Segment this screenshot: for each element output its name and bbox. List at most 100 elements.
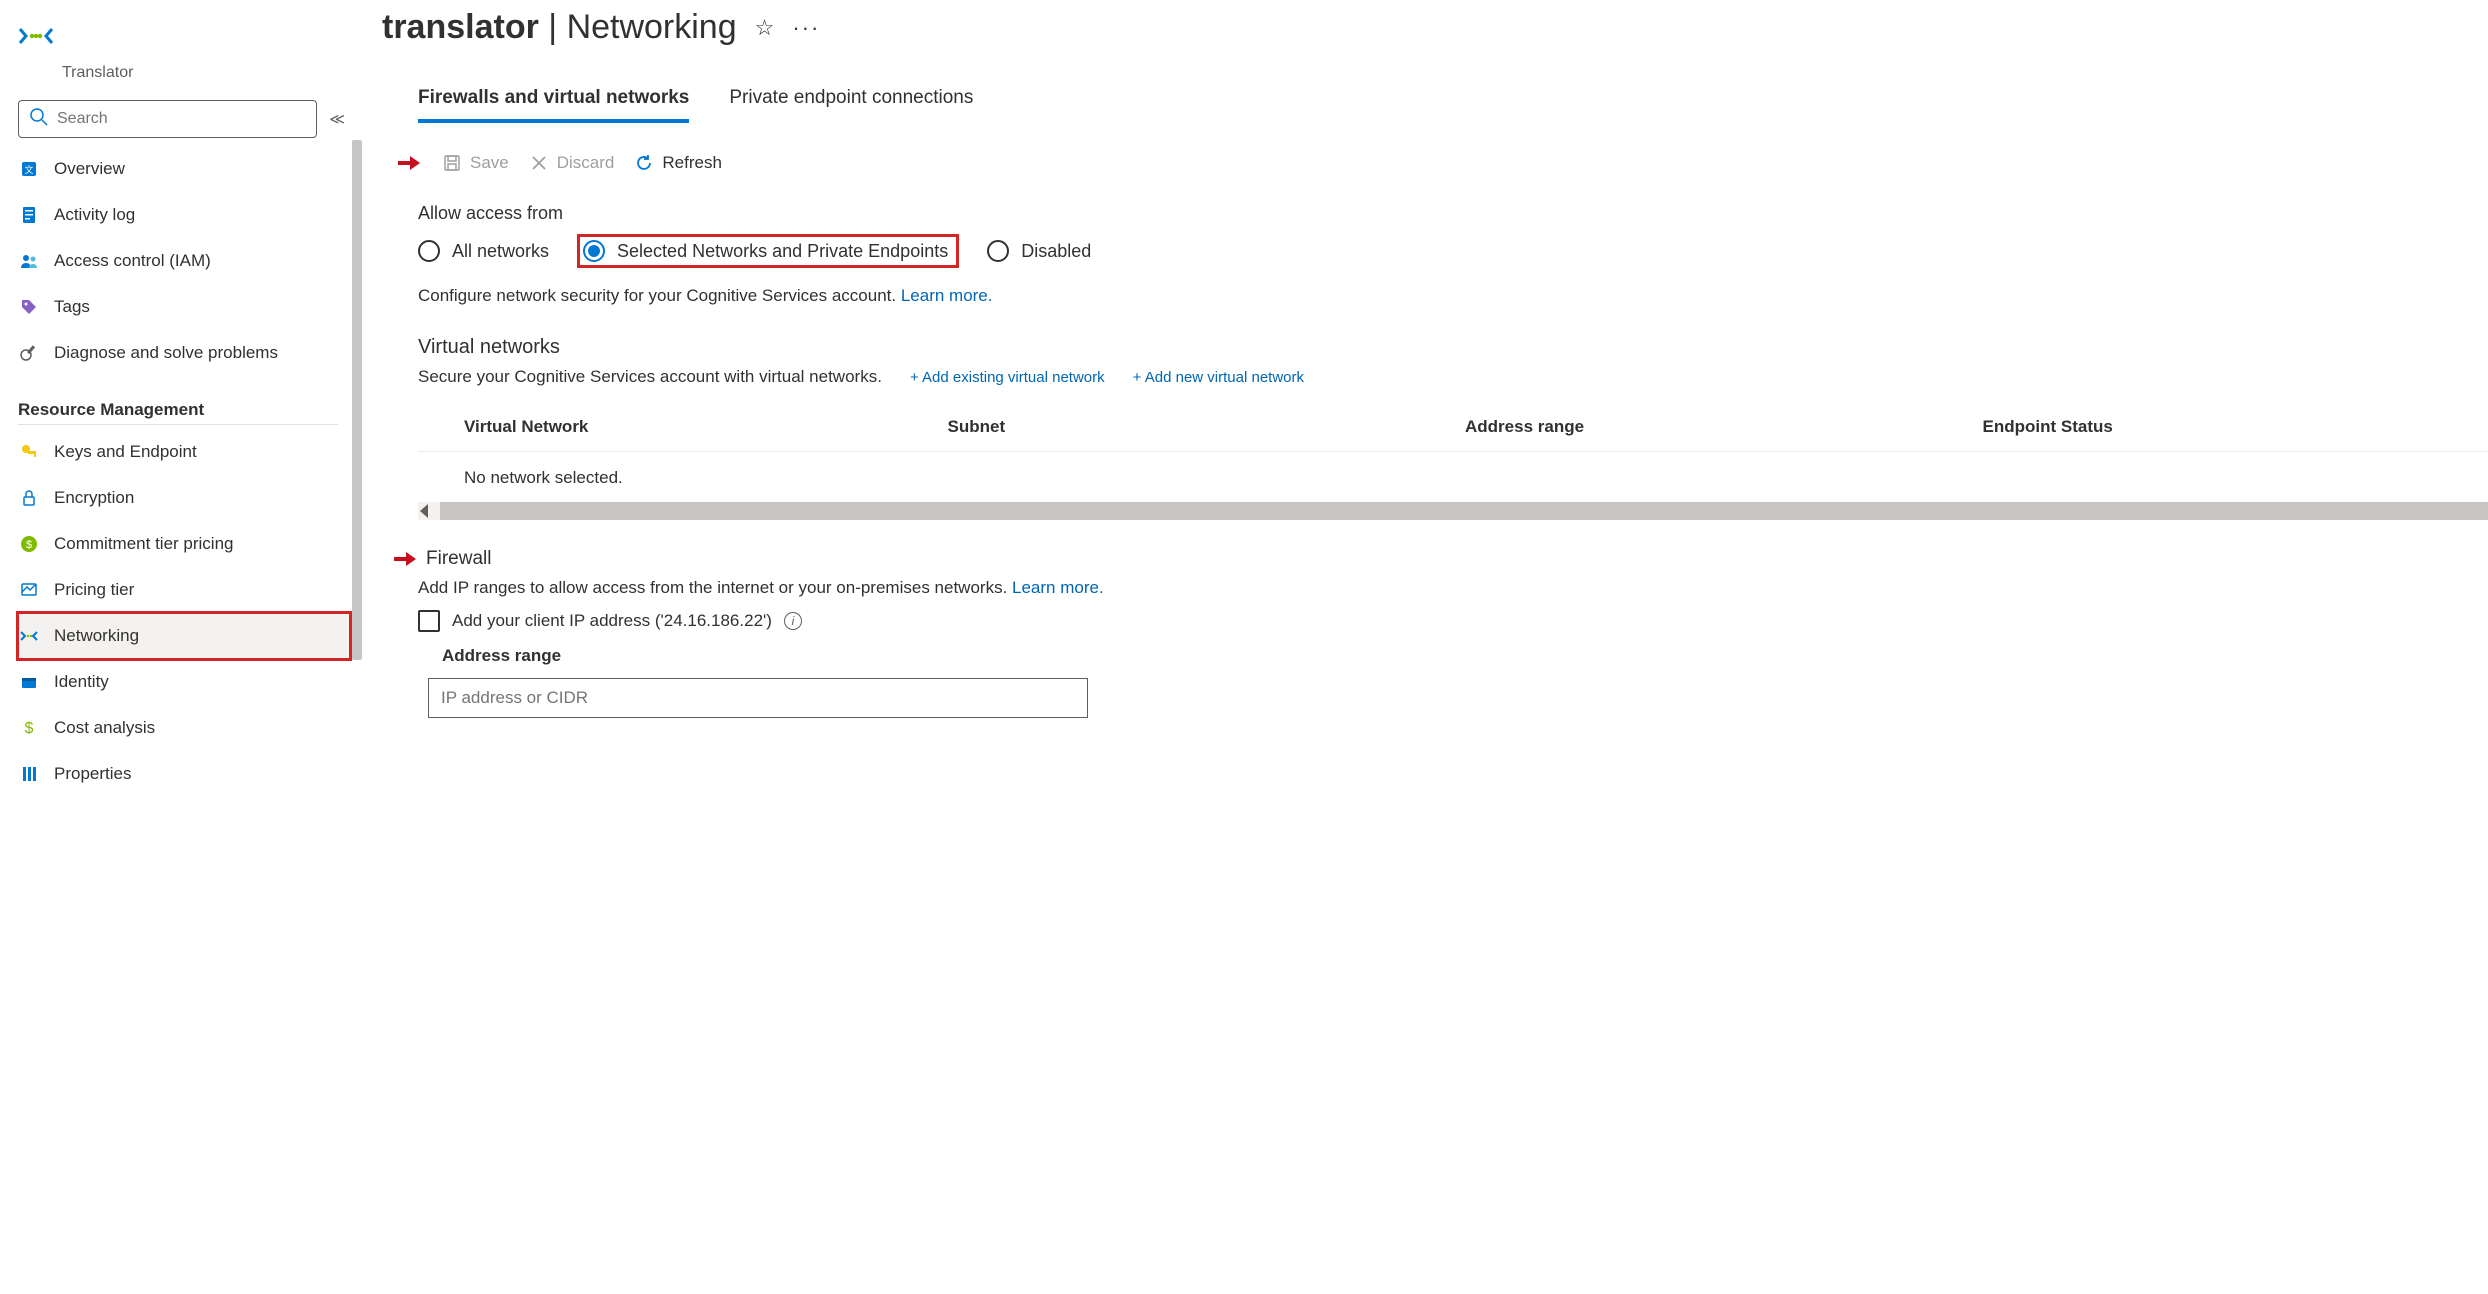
sidebar-item-identity[interactable]: Identity [18,659,350,705]
refresh-button[interactable]: Refresh [634,153,722,173]
sidebar-item-cost-analysis[interactable]: $ Cost analysis [18,705,350,751]
allow-access-radio-group: All networks Selected Networks and Priva… [418,234,2488,268]
sidebar-search[interactable] [18,100,317,138]
main-content: translator | Networking ☆ ··· Firewalls … [364,0,2488,1294]
sidebar-search-input[interactable] [57,110,306,128]
tab-firewalls[interactable]: Firewalls and virtual networks [418,87,689,123]
radio-all-networks[interactable]: All networks [418,240,549,262]
scroll-left-icon[interactable] [420,504,428,518]
svg-text:$: $ [25,720,34,737]
radio-icon [987,240,1009,262]
sidebar-divider [18,424,338,425]
scrollbar-thumb[interactable] [352,140,362,660]
commitment-icon: $ [18,534,40,554]
diagnose-icon [18,343,40,363]
radio-selected-networks[interactable]: Selected Networks and Private Endpoints [577,234,959,268]
tab-private-endpoints[interactable]: Private endpoint connections [729,87,973,123]
add-client-ip-checkbox[interactable] [418,610,440,632]
address-range-input[interactable] [428,678,1088,718]
page-title: translator | Networking [382,8,737,47]
annotation-arrow-icon [398,157,422,169]
networking-icon [18,626,40,646]
favorite-star-icon[interactable]: ☆ [755,15,775,41]
sidebar-item-label: Encryption [54,488,134,508]
access-control-icon [18,251,40,271]
svg-text:文: 文 [24,164,33,175]
overview-icon: 文 [18,159,40,179]
sidebar-item-access-control[interactable]: Access control (IAM) [18,238,350,284]
properties-icon [18,764,40,784]
sidebar-item-label: Access control (IAM) [54,251,211,271]
sidebar-item-overview[interactable]: 文 Overview [18,146,350,192]
sidebar-item-encryption[interactable]: Encryption [18,475,350,521]
svg-text:$: $ [26,539,32,551]
radio-disabled[interactable]: Disabled [987,240,1091,262]
resource-kind-label: Translator [62,64,350,82]
sidebar-item-label: Identity [54,672,109,692]
tags-icon [18,297,40,317]
sidebar: Translator ≪ 文 Overview Activity log Acc… [0,0,350,1294]
vnets-title: Virtual networks [418,336,2488,359]
firewall-learn-more-link[interactable]: Learn more. [1012,578,1104,597]
col-address-range[interactable]: Address range [1453,403,1971,452]
sidebar-item-label: Tags [54,297,90,317]
pricing-icon [18,580,40,600]
discard-button[interactable]: Discard [529,153,615,173]
learn-more-link[interactable]: Learn more. [901,286,993,305]
refresh-icon [634,153,654,173]
vnets-subtitle: Secure your Cognitive Services account w… [418,367,882,387]
add-new-vnet-link[interactable]: + Add new virtual network [1133,369,1304,386]
sidebar-section-header: Resource Management [18,400,350,420]
horizontal-scrollbar[interactable] [418,502,2488,520]
vnets-table: Virtual Network Subnet Address range End… [418,403,2488,452]
col-virtual-network[interactable]: Virtual Network [418,403,936,452]
sidebar-item-properties[interactable]: Properties [18,751,350,797]
identity-icon [18,672,40,692]
sidebar-item-activity-log[interactable]: Activity log [18,192,350,238]
resource-name: translator [382,8,539,46]
collapse-sidebar-icon[interactable]: ≪ [329,110,346,128]
allow-access-label: Allow access from [418,203,2488,224]
sidebar-item-label: Pricing tier [54,580,134,600]
activity-log-icon [18,205,40,225]
search-icon [29,107,49,131]
blade-name: Networking [567,8,737,46]
info-icon[interactable]: i [784,612,802,630]
radio-icon [583,240,605,262]
col-endpoint-status[interactable]: Endpoint Status [1971,403,2488,452]
radio-icon [418,240,440,262]
tabs: Firewalls and virtual networks Private e… [382,87,2488,123]
sidebar-item-label: Cost analysis [54,718,155,738]
key-icon [18,442,40,462]
sidebar-nav: 文 Overview Activity log Access control (… [18,146,350,797]
firewall-help-text: Add IP ranges to allow access from the i… [418,578,2488,598]
scrollbar-thumb[interactable] [440,502,2488,520]
sidebar-scrollbar[interactable] [350,140,364,1294]
address-range-label: Address range [442,646,2488,666]
translator-logo-icon [18,18,54,54]
add-client-ip-label: Add your client IP address ('24.16.186.2… [452,611,772,631]
access-help-text: Configure network security for your Cogn… [418,286,2488,306]
firewall-title: Firewall [426,548,491,570]
sidebar-item-networking[interactable]: Networking [18,613,350,659]
sidebar-item-label: Properties [54,764,131,784]
sidebar-item-keys-endpoint[interactable]: Keys and Endpoint [18,429,350,475]
sidebar-item-label: Overview [54,159,125,179]
sidebar-item-commitment-tier[interactable]: $ Commitment tier pricing [18,521,350,567]
sidebar-item-diagnose[interactable]: Diagnose and solve problems [18,330,350,376]
sidebar-item-pricing-tier[interactable]: Pricing tier [18,567,350,613]
col-subnet[interactable]: Subnet [936,403,1454,452]
save-button[interactable]: Save [442,153,509,173]
sidebar-item-label: Keys and Endpoint [54,442,197,462]
discard-icon [529,153,549,173]
sidebar-item-tags[interactable]: Tags [18,284,350,330]
annotation-arrow-icon [394,553,418,565]
more-actions-icon[interactable]: ··· [792,15,820,41]
lock-icon [18,488,40,508]
cost-icon: $ [18,718,40,738]
add-existing-vnet-link[interactable]: + Add existing virtual network [910,369,1105,386]
vnets-empty-message: No network selected. [418,452,2488,498]
sidebar-item-label: Commitment tier pricing [54,534,234,554]
sidebar-item-label: Activity log [54,205,135,225]
sidebar-item-label: Diagnose and solve problems [54,343,278,363]
